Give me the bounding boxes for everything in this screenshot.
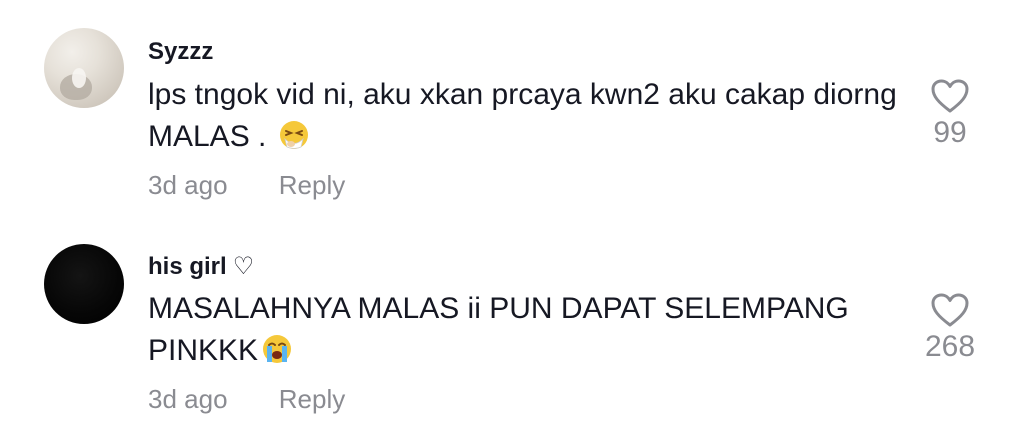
comment-username[interactable]: his girl ♡	[148, 252, 254, 281]
avatar[interactable]	[44, 28, 124, 108]
like-count: 268	[924, 330, 976, 363]
comment-meta: 3d ago Reply	[148, 170, 345, 201]
loudly-crying-face-icon	[262, 334, 292, 376]
comment-text: MASALAHNYA MALAS ii PUN DAPAT SELEMPANG …	[148, 288, 908, 376]
comment-meta: 3d ago Reply	[148, 384, 345, 415]
comment-text-content: lps tngok vid ni, aku xkan prcaya kwn2 a…	[148, 78, 897, 153]
comment-time: 3d ago	[148, 384, 228, 414]
like-button[interactable]: 99	[910, 78, 990, 150]
reply-button[interactable]: Reply	[279, 170, 345, 200]
like-count: 99	[933, 116, 967, 149]
comment-text: lps tngok vid ni, aku xkan prcaya kwn2 a…	[148, 74, 908, 162]
like-button[interactable]: 268	[910, 292, 990, 364]
avatar-image-highlight	[72, 68, 86, 88]
username-text: his girl	[148, 253, 227, 280]
avatar[interactable]	[44, 244, 124, 324]
comment-item: Syzzz lps tngok vid ni, aku xkan prcaya …	[0, 24, 1026, 214]
sneezing-face-icon	[279, 120, 309, 162]
heart-icon[interactable]	[910, 292, 990, 328]
comment-time: 3d ago	[148, 170, 228, 200]
username-text: Syzzz	[148, 38, 214, 65]
comment-item: his girl ♡ MASALAHNYA MALAS ii PUN DAPAT …	[0, 238, 1026, 424]
reply-button[interactable]: Reply	[279, 384, 345, 414]
username-heart-suffix: ♡	[232, 253, 255, 280]
heart-icon[interactable]	[910, 78, 990, 114]
comment-text-content: MASALAHNYA MALAS ii PUN DAPAT SELEMPANG …	[148, 292, 849, 367]
comment-username[interactable]: Syzzz	[148, 38, 213, 66]
